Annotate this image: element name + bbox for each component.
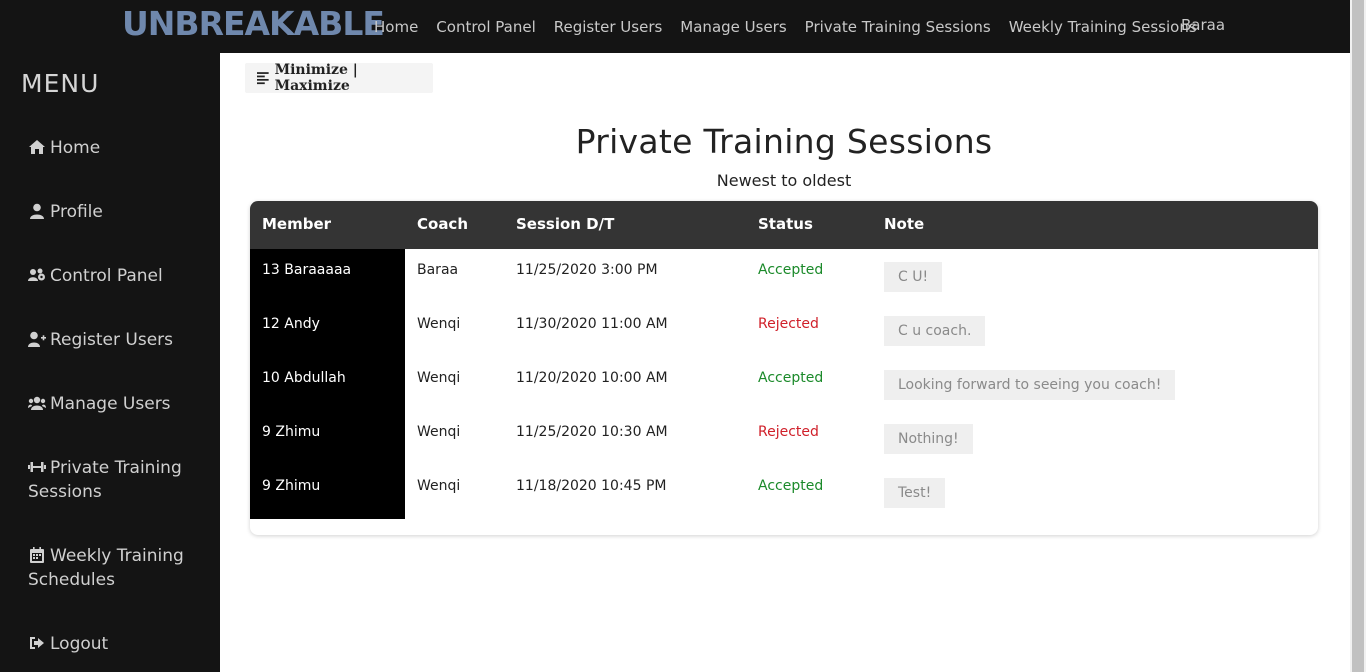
cell-note: C u coach. [884, 316, 986, 346]
status-badge: Rejected [758, 424, 819, 440]
table-row: 9 Zhimu Wenqi 11/25/2020 10:30 AM Reject… [250, 411, 1318, 465]
status-badge: Rejected [758, 316, 819, 332]
sidebar-item-label: Home [50, 138, 101, 158]
sidebar-item-manage-users[interactable]: Manage Users [28, 392, 208, 416]
cell-session-datetime: 11/25/2020 10:30 AM [516, 424, 668, 440]
sidebar: MENU Home Profile Control Panel Register… [0, 53, 220, 672]
sidebar-item-label: Profile [50, 202, 103, 222]
page-subtitle: Newest to oldest [716, 171, 852, 190]
sign-out-icon [28, 634, 46, 650]
sidebar-item-control-panel[interactable]: Control Panel [28, 264, 208, 288]
column-header-member[interactable]: Member [262, 201, 331, 249]
column-header-note[interactable]: Note [884, 201, 924, 249]
cell-member: 10 Abdullah [262, 370, 346, 386]
cell-note: Nothing! [884, 424, 973, 454]
cell-note: Test! [884, 478, 946, 508]
sidebar-item-label: Private Training Sessions [28, 458, 182, 502]
users-cog-icon [28, 266, 46, 282]
top-navbar: UNBREAKABLE Home Control Panel Register … [0, 0, 1350, 53]
nav-home[interactable]: Home [374, 18, 418, 36]
minimize-maximize-button[interactable]: Minimize | Maximize [245, 62, 433, 94]
sidebar-item-label: Register Users [50, 330, 174, 350]
cell-note: C U! [884, 262, 943, 292]
cell-member: 12 Andy [262, 316, 320, 332]
align-left-icon [257, 72, 269, 85]
user-icon [28, 202, 46, 219]
table-row: 9 Zhimu Wenqi 11/18/2020 10:45 PM Accept… [250, 465, 1318, 519]
column-header-status[interactable]: Status [758, 201, 813, 249]
nav-manage-users[interactable]: Manage Users [680, 18, 786, 36]
page-scrollbar-thumb[interactable] [1352, 0, 1364, 672]
column-header-session-datetime[interactable]: Session D/T [516, 201, 614, 249]
sidebar-title: MENU [21, 69, 100, 98]
nav-register-users[interactable]: Register Users [554, 18, 663, 36]
cell-coach: Wenqi [417, 424, 461, 440]
page-title: Private Training Sessions [575, 122, 993, 161]
status-badge: Accepted [758, 262, 824, 278]
user-plus-icon [28, 330, 46, 347]
status-badge: Accepted [758, 478, 824, 494]
sidebar-item-home[interactable]: Home [28, 136, 208, 160]
sidebar-item-logout[interactable]: Logout [28, 632, 208, 656]
dumbbell-icon [28, 458, 46, 474]
home-icon [28, 138, 46, 154]
cell-session-datetime: 11/25/2020 3:00 PM [516, 262, 658, 278]
sidebar-item-private-training-sessions[interactable]: Private Training Sessions [28, 456, 208, 504]
cell-coach: Wenqi [417, 370, 461, 386]
table-header: Member Coach Session D/T Status Note [250, 201, 1318, 249]
cell-member: 13 Baraaaaa [262, 262, 352, 278]
cell-member: 9 Zhimu [262, 478, 321, 494]
calendar-icon [28, 546, 46, 563]
cell-session-datetime: 11/20/2020 10:00 AM [516, 370, 668, 386]
cell-session-datetime: 11/30/2020 11:00 AM [516, 316, 668, 332]
sidebar-item-profile[interactable]: Profile [28, 200, 208, 224]
top-nav: Home Control Panel Register Users Manage… [374, 0, 1215, 53]
nav-user-menu[interactable]: Baraa [1181, 0, 1225, 53]
cell-session-datetime: 11/18/2020 10:45 PM [516, 478, 667, 494]
nav-private-training-sessions[interactable]: Private Training Sessions [805, 18, 991, 36]
cell-coach: Wenqi [417, 478, 461, 494]
table-row: 12 Andy Wenqi 11/30/2020 11:00 AM Reject… [250, 303, 1318, 357]
nav-control-panel[interactable]: Control Panel [436, 18, 535, 36]
table-row: 10 Abdullah Wenqi 11/20/2020 10:00 AM Ac… [250, 357, 1318, 411]
column-header-coach[interactable]: Coach [417, 201, 468, 249]
sidebar-item-weekly-training-schedules[interactable]: Weekly Training Schedules [28, 544, 208, 592]
nav-weekly-training-sessions[interactable]: Weekly Training Sessions [1009, 18, 1197, 36]
cell-coach: Baraa [417, 262, 459, 278]
sidebar-item-label: Manage Users [50, 394, 171, 414]
sidebar-item-label: Logout [50, 634, 109, 654]
cell-note: Looking forward to seeing you coach! [884, 370, 1176, 400]
cell-coach: Wenqi [417, 316, 461, 332]
status-badge: Accepted [758, 370, 824, 386]
cell-member: 9 Zhimu [262, 424, 321, 440]
sidebar-item-label: Weekly Training Schedules [28, 546, 184, 590]
minimize-maximize-label: Minimize | Maximize [274, 62, 358, 94]
sessions-table: Member Coach Session D/T Status Note 13 … [250, 201, 1318, 535]
users-icon [28, 394, 46, 410]
sidebar-item-register-users[interactable]: Register Users [28, 328, 208, 352]
sidebar-item-label: Control Panel [50, 266, 163, 286]
brand-logo[interactable]: UNBREAKABLE [122, 4, 385, 44]
table-row: 13 Baraaaaa Baraa 11/25/2020 3:00 PM Acc… [250, 249, 1318, 303]
